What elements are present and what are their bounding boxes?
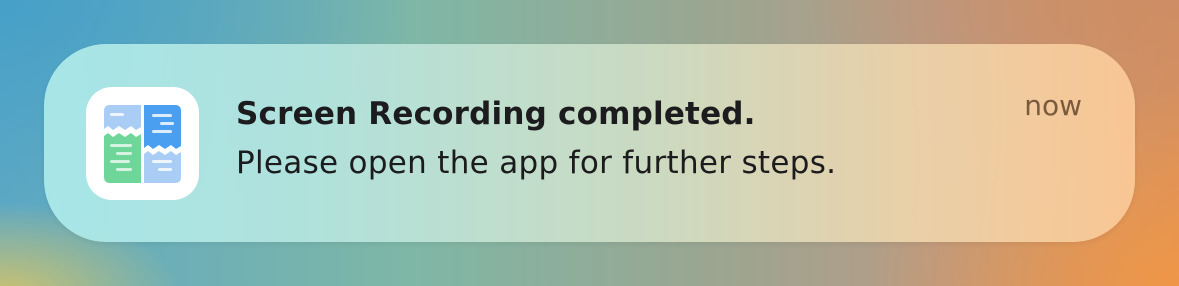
notification-body: Please open the app for further steps.	[236, 145, 837, 181]
notification-banner[interactable]: Screen Recording completed. Please open …	[44, 44, 1135, 242]
screen-recording-app-icon	[86, 87, 199, 200]
notification-timestamp: now	[1024, 89, 1082, 122]
notification-title: Screen Recording completed.	[236, 96, 756, 132]
